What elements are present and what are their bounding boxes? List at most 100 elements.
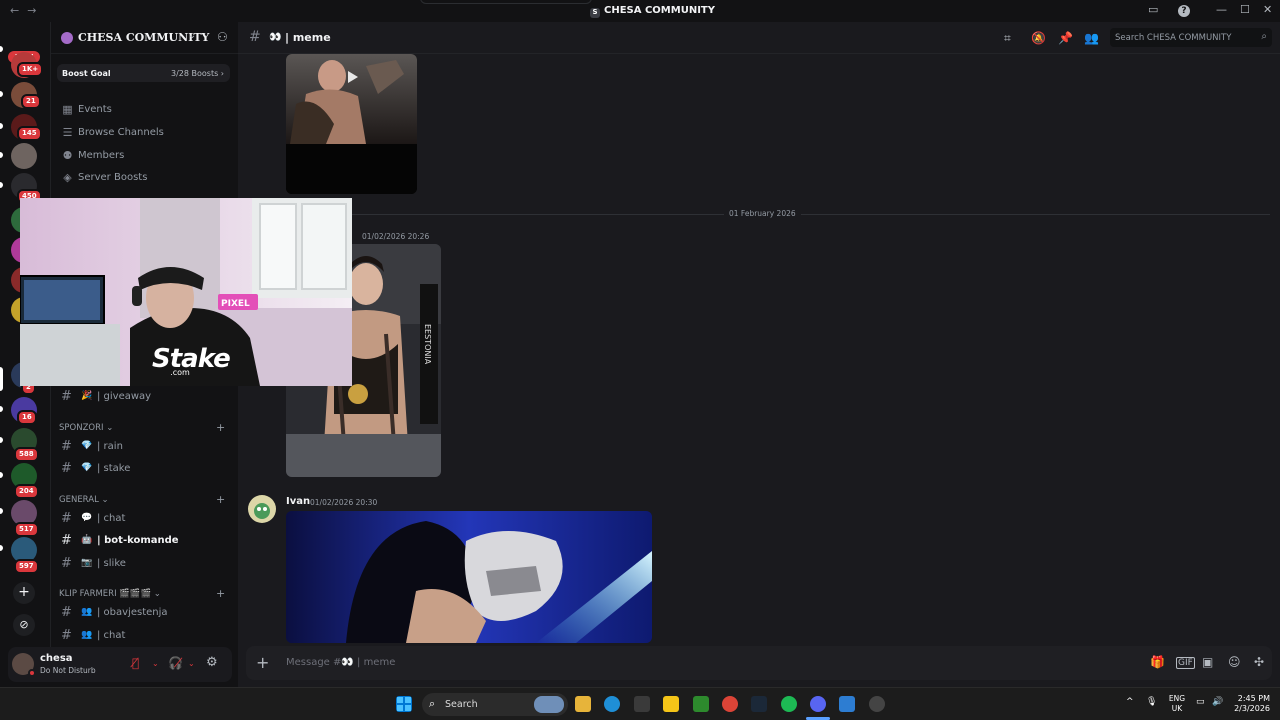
file-explorer-icon[interactable] — [575, 696, 591, 712]
category-klip-farmeri[interactable]: KLIP FARMERI 🎬🎬🎬 ⌄ + — [59, 587, 225, 600]
gear-icon[interactable]: ⚙ — [206, 655, 218, 670]
apps-icon[interactable]: ✣ — [1254, 655, 1264, 669]
invite-people-icon[interactable]: ⚇ — [217, 30, 228, 44]
chevron-down-icon[interactable]: ⌄ — [152, 659, 159, 668]
boost-goal-bar[interactable]: Boost Goal 3/28 Boosts › — [57, 64, 230, 82]
mention-badge: 204 — [14, 484, 39, 499]
tray-chevron-icon[interactable]: ^ — [1126, 697, 1134, 707]
hash-icon: # — [61, 605, 72, 620]
title-bar: ←→ S CHESA COMMUNITY ▭ ? — ☐ ✕ — [0, 0, 1280, 22]
gift-icon[interactable]: 🎁 — [1150, 655, 1165, 669]
maximize-button[interactable]: ☐ — [1240, 3, 1250, 16]
emoji-icon[interactable]: ☺ — [1228, 655, 1241, 669]
add-channel-icon[interactable]: + — [216, 493, 225, 506]
hash-icon: # — [61, 511, 72, 526]
avatar[interactable] — [248, 495, 276, 523]
gif-icon[interactable]: GIF — [1176, 657, 1195, 669]
store-icon[interactable] — [634, 696, 650, 712]
user-panel: chesa Do Not Disturb 🎙̸ ⌄ 🎧̸ ⌄ ⚙ — [8, 647, 232, 682]
message-input[interactable]: Message #👀 | meme — [286, 657, 395, 668]
add-channel-icon[interactable]: + — [216, 587, 225, 600]
window-title: S CHESA COMMUNITY — [590, 5, 715, 18]
username[interactable]: chesa — [40, 653, 73, 664]
unread-pip — [0, 472, 3, 478]
spotify-icon[interactable] — [781, 696, 797, 712]
unread-pip — [0, 437, 3, 443]
xbox-icon[interactable] — [693, 696, 709, 712]
pin-icon[interactable]: 📌 — [1058, 31, 1073, 45]
steam-icon[interactable] — [751, 696, 767, 712]
member-list-icon[interactable]: 👥 — [1084, 31, 1099, 45]
notifications-muted-icon[interactable]: 🔕 — [1031, 31, 1046, 45]
volume-icon[interactable]: 🔊 — [1212, 697, 1223, 707]
category-sponzori[interactable]: SPONZORI ⌄ + — [59, 421, 225, 434]
chevron-down-icon[interactable]: ⌄ — [188, 659, 195, 668]
close-button[interactable]: ✕ — [1263, 3, 1272, 16]
hash-icon: # — [61, 439, 72, 454]
avatar[interactable] — [12, 653, 36, 677]
image-attachment[interactable] — [286, 511, 652, 643]
channel-slike[interactable]: # 📷 | slike — [57, 554, 231, 575]
message-author[interactable]: Ivan — [286, 496, 310, 507]
notepad-icon[interactable] — [839, 696, 855, 712]
discord-icon[interactable] — [810, 696, 826, 712]
channel-chat[interactable]: # 💬 | chat — [57, 509, 231, 530]
back-arrow-icon[interactable]: ← — [10, 4, 27, 17]
quick-switcher[interactable] — [420, 0, 592, 4]
unread-pip — [0, 123, 3, 129]
unread-pip — [0, 46, 3, 52]
unread-pip — [0, 91, 3, 97]
video-attachment[interactable] — [286, 54, 417, 194]
clock[interactable]: 2:45 PM 2/3/2026 — [1226, 694, 1270, 714]
boost-progress: 3/28 Boosts › — [170, 69, 224, 78]
server-header[interactable]: CHESA COMMUNITY ⌄ ⚇ — [51, 22, 239, 54]
chrome-icon[interactable] — [722, 696, 738, 712]
language-indicator[interactable]: ENG UK — [1166, 694, 1188, 714]
edge-icon[interactable] — [604, 696, 620, 712]
server-icon[interactable] — [11, 143, 37, 169]
discover-button[interactable]: ⊘ — [13, 614, 35, 636]
channel-giveaway[interactable]: # 🎉 | giveaway — [57, 387, 231, 408]
minimize-button[interactable]: — — [1216, 3, 1227, 16]
help-icon[interactable]: ? — [1178, 5, 1190, 17]
add-channel-icon[interactable]: + — [216, 421, 225, 434]
category-general[interactable]: GENERAL ⌄ + — [59, 493, 225, 506]
channel-stake[interactable]: # 💎 | stake — [57, 459, 231, 480]
app-icon[interactable] — [869, 696, 885, 712]
channel-rain[interactable]: # 💎 | rain — [57, 437, 231, 458]
upload-plus-icon[interactable]: + — [256, 653, 269, 672]
nav-events[interactable]: ▦ Events — [59, 100, 229, 120]
chevron-down-icon[interactable]: ⌄ — [188, 30, 196, 41]
search-icon: ⌕ — [429, 697, 436, 710]
app-icon[interactable] — [663, 696, 679, 712]
add-server-button[interactable]: + — [13, 582, 35, 604]
kiss-photo — [286, 511, 652, 643]
nav-server-boosts[interactable]: ◈ Server Boosts — [59, 168, 229, 188]
channel-bot-komande[interactable]: # 🤖 | bot-komande — [57, 531, 231, 552]
search-highlight-icon — [534, 696, 564, 713]
unread-pip — [0, 182, 3, 188]
taskbar-search[interactable]: ⌕ Search — [422, 693, 568, 716]
search-input[interactable]: Search CHESA COMMUNITY ⌕ — [1110, 28, 1272, 47]
members-icon: ⚉ — [62, 149, 73, 162]
start-icon[interactable] — [396, 696, 412, 712]
channel-obavjestenja[interactable]: # 👥 | obavjestenja — [57, 603, 231, 624]
nav-browse-channels[interactable]: ☰ Browse Channels — [59, 123, 229, 143]
mic-muted-icon[interactable]: 🎙̸ — [132, 656, 139, 670]
hash-icon: # — [61, 628, 72, 643]
message-composer[interactable]: + Message #👀 | meme 🎁 GIF ▣ ☺ ✣ — [246, 646, 1272, 680]
sticker-icon[interactable]: ▣ — [1202, 655, 1213, 669]
boost-goal-label: Boost Goal — [62, 69, 111, 78]
network-icon[interactable]: ▭ — [1196, 697, 1205, 707]
inbox-icon[interactable]: ▭ — [1148, 3, 1158, 16]
channel-chat-2[interactable]: # 👥 | chat — [57, 626, 231, 647]
nav-members[interactable]: ⚉ Members — [59, 146, 229, 166]
threads-icon[interactable]: ⌗ — [1004, 31, 1011, 46]
mic-icon[interactable]: 🎙 — [1146, 697, 1157, 707]
deafen-icon[interactable]: 🎧̸ — [168, 656, 183, 670]
message-timestamp: 01/02/2026 20:30 — [310, 498, 378, 507]
forward-arrow-icon[interactable]: → — [27, 4, 44, 17]
channel-name: | meme — [285, 31, 331, 44]
webcam-overlay: PIXEL .com Stake — [20, 198, 352, 386]
unread-pip — [0, 508, 3, 514]
